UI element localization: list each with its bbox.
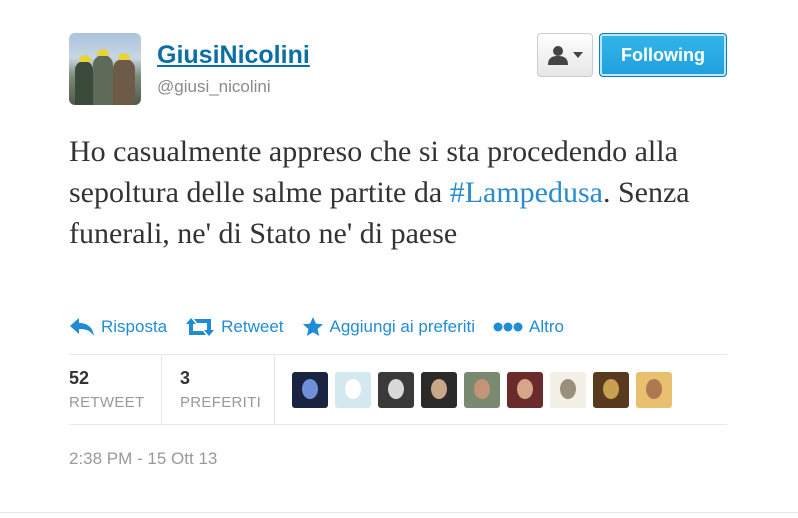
avatar-figure [113, 59, 135, 105]
favorite-label: Aggiungi ai preferiti [329, 317, 476, 336]
retweet-count-label: RETWEET [69, 394, 145, 411]
more-button[interactable]: Altro [493, 317, 564, 337]
reply-icon [70, 318, 94, 336]
favoriter-face [517, 379, 533, 399]
reply-button[interactable]: Risposta [69, 317, 167, 337]
retweet-stat[interactable]: 52 RETWEET [69, 368, 144, 412]
tweet-timestamp[interactable]: 2:38 PM - 15 Ott 13 [69, 449, 217, 469]
screen-name: @giusi_nicolini [157, 77, 271, 96]
tweet-actions: Risposta Retweet Aggiungi ai preferiti A… [69, 313, 564, 341]
star-icon [302, 317, 323, 336]
favoriter-face [560, 379, 576, 399]
divider [69, 354, 727, 355]
favorite-count-label: PREFERITI [180, 394, 262, 411]
favoriter-face [345, 379, 361, 399]
favoriter-face [431, 379, 447, 399]
avatar[interactable] [69, 33, 141, 105]
retweet-icon [186, 318, 215, 336]
reply-label: Risposta [101, 317, 168, 336]
favoriter-face [388, 379, 404, 399]
favoriter-avatar[interactable] [378, 372, 414, 408]
favoriter-avatar[interactable] [421, 372, 457, 408]
favoriter-avatar[interactable] [335, 372, 371, 408]
avatar-hat [79, 55, 91, 62]
hashtag-link[interactable]: #Lampedusa [450, 176, 603, 209]
divider [69, 424, 727, 425]
divider [0, 512, 798, 513]
more-label: Altro [529, 317, 565, 336]
display-name-link[interactable]: GiusiNicolini [157, 40, 310, 70]
favoriter-face [603, 379, 619, 399]
avatar-figure [93, 55, 113, 105]
tweet-text: Ho casualmente appreso che si sta proced… [69, 131, 749, 254]
avatar-hat [97, 49, 109, 56]
favoriter-face [302, 379, 318, 399]
user-actions-dropdown[interactable] [537, 33, 593, 77]
favoriter-avatar[interactable] [550, 372, 586, 408]
retweet-button[interactable]: Retweet [185, 317, 284, 337]
divider [161, 355, 162, 424]
favoriter-face [646, 379, 662, 399]
avatar-figure [75, 61, 93, 105]
following-button[interactable]: Following [599, 33, 727, 77]
caret-down-icon [573, 52, 583, 58]
favoriters-list [292, 372, 672, 408]
favorite-button[interactable]: Aggiungi ai preferiti [302, 316, 476, 338]
favoriter-avatar[interactable] [507, 372, 543, 408]
favoriter-avatar[interactable] [636, 372, 672, 408]
more-icon [493, 322, 523, 332]
retweet-count: 52 [69, 368, 90, 388]
avatar-hat [118, 53, 130, 60]
divider [274, 355, 275, 424]
favoriter-avatar[interactable] [593, 372, 629, 408]
favorite-count: 3 [180, 368, 191, 388]
retweet-label: Retweet [221, 317, 284, 336]
favoriter-face [474, 379, 490, 399]
favoriter-avatar[interactable] [292, 372, 328, 408]
favoriter-avatar[interactable] [464, 372, 500, 408]
user-icon [548, 46, 568, 65]
favorite-stat[interactable]: 3 PREFERITI [180, 368, 261, 412]
